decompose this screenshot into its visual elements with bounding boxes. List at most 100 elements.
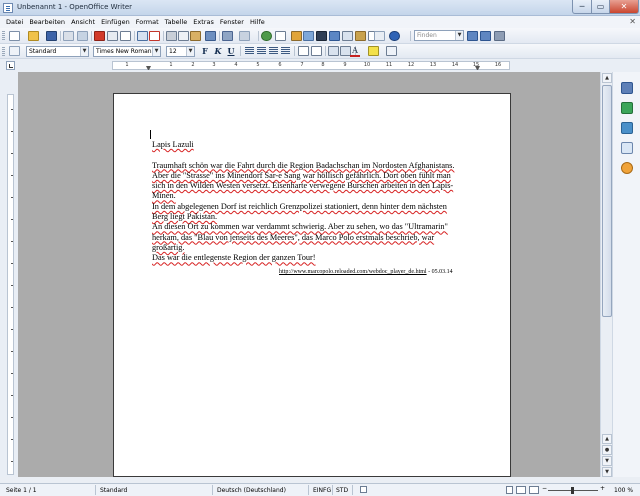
navigator-panel-icon[interactable] — [621, 142, 633, 154]
right-indent-marker-icon[interactable] — [475, 66, 480, 70]
menu-tabelle[interactable]: Tabelle — [165, 18, 188, 26]
font-size-dropdown-icon[interactable]: ▼ — [186, 47, 194, 56]
image-icon[interactable] — [291, 31, 302, 41]
menu-bearbeiten[interactable]: Bearbeiten — [29, 18, 65, 26]
zoom-out-icon[interactable]: − — [542, 485, 547, 492]
insert-mode[interactable]: EINFG — [313, 487, 331, 494]
previous-page-icon[interactable]: ▲ — [602, 434, 612, 444]
align-right-icon[interactable] — [269, 47, 278, 55]
book-view-icon[interactable] — [529, 486, 539, 494]
email-icon[interactable] — [63, 31, 74, 41]
menu-fenster[interactable]: Fenster — [220, 18, 244, 26]
undo-icon[interactable] — [222, 31, 233, 41]
multi-page-view-icon[interactable] — [516, 486, 526, 494]
decrease-indent-icon[interactable] — [328, 46, 339, 56]
styles-icon[interactable] — [621, 102, 633, 114]
align-justify-icon[interactable] — [281, 47, 290, 55]
find-next-icon[interactable] — [480, 31, 491, 41]
properties-icon[interactable] — [621, 82, 633, 94]
selection-mode[interactable]: STD — [336, 487, 348, 494]
find-dropdown-icon[interactable]: ▼ — [455, 31, 463, 40]
menu-einfuegen[interactable]: Einfügen — [101, 18, 130, 26]
find-previous-icon[interactable] — [467, 31, 478, 41]
chart-icon[interactable] — [303, 31, 314, 41]
document-text[interactable]: Lapis Lazuli Traumhaft schön war die Fah… — [152, 140, 480, 264]
italic-button[interactable]: K — [213, 46, 223, 56]
source-url[interactable]: http://www.marcopolo.reloaded.com/webdoc… — [279, 269, 427, 275]
redo-icon[interactable] — [239, 31, 250, 41]
export-pdf-icon[interactable] — [94, 31, 105, 41]
minimize-button[interactable]: ─ — [572, 0, 592, 14]
hyperlink-icon[interactable] — [261, 31, 272, 41]
spellcheck-icon[interactable] — [137, 31, 148, 41]
next-page-icon[interactable]: ▼ — [602, 456, 612, 466]
help-icon[interactable] — [389, 31, 400, 41]
bold-button[interactable]: F — [200, 46, 210, 56]
find-input[interactable]: Finden ▼ — [414, 30, 464, 41]
print-icon[interactable] — [107, 31, 118, 41]
menu-hilfe[interactable]: Hilfe — [250, 18, 265, 26]
zoom-level[interactable]: 100 % — [614, 487, 633, 494]
document-modified-icon[interactable] — [360, 486, 367, 493]
find-replace-icon[interactable] — [316, 31, 327, 41]
maximize-button[interactable]: ▭ — [591, 0, 610, 14]
vertical-scrollbar[interactable]: ▲ ▲ ● ▼ ▼ — [600, 72, 612, 477]
zoom-icon[interactable] — [374, 31, 385, 41]
menu-ansicht[interactable]: Ansicht — [71, 18, 95, 26]
menu-datei[interactable]: Datei — [6, 18, 23, 26]
zoom-slider-knob[interactable] — [571, 487, 574, 494]
font-name-select[interactable]: Times New Roman ▼ — [93, 46, 161, 57]
close-document-icon[interactable]: ✕ — [629, 17, 636, 26]
navigation-icon[interactable]: ● — [602, 445, 612, 455]
format-paintbrush-icon[interactable] — [205, 31, 216, 41]
language-indicator[interactable]: Deutsch (Deutschland) — [217, 487, 286, 494]
data-sources-icon[interactable] — [355, 31, 366, 41]
gallery-panel-icon[interactable] — [621, 122, 633, 134]
menu-format[interactable]: Format — [136, 18, 159, 26]
auto-spellcheck-icon[interactable] — [149, 31, 160, 41]
navigator-icon[interactable] — [329, 31, 340, 41]
horizontal-ruler[interactable]: 1 1 2 3 4 5 6 7 8 9 10 11 12 13 14 15 16 — [112, 61, 510, 70]
find-options-icon[interactable] — [494, 31, 505, 41]
document-area[interactable]: Lapis Lazuli Traumhaft schön war die Fah… — [18, 72, 600, 477]
highlighting-icon[interactable] — [368, 46, 379, 56]
paragraph-style-dropdown-icon[interactable]: ▼ — [80, 47, 88, 56]
scrollbar-thumb[interactable] — [602, 85, 612, 317]
edit-mode-icon[interactable] — [77, 31, 88, 41]
tab-stop-selector-icon[interactable] — [6, 61, 15, 70]
underline-button[interactable]: U — [226, 46, 236, 56]
writer-app-icon[interactable] — [3, 3, 13, 13]
save-icon[interactable] — [46, 31, 57, 41]
gallery-icon[interactable] — [342, 31, 353, 41]
table-icon[interactable] — [275, 31, 286, 41]
numbering-icon[interactable] — [298, 46, 309, 56]
left-indent-marker-icon[interactable] — [146, 66, 151, 70]
source-link[interactable]: http://www.marcopolo.reloaded.com/webdoc… — [279, 269, 453, 275]
page-indicator[interactable]: Seite 1 / 1 — [6, 487, 37, 494]
bullets-icon[interactable] — [311, 46, 322, 56]
zoom-in-icon[interactable]: + — [600, 485, 605, 492]
vertical-ruler[interactable] — [4, 72, 16, 477]
scroll-down-icon[interactable]: ▼ — [602, 467, 612, 477]
paragraph-style-select[interactable]: Standard ▼ — [26, 46, 89, 57]
toolbar-grip-icon[interactable] — [2, 31, 5, 40]
styles-formatting-icon[interactable] — [9, 46, 20, 56]
copy-icon[interactable] — [178, 31, 189, 41]
open-folder-icon[interactable] — [28, 31, 39, 41]
toolbar-grip-icon[interactable] — [2, 47, 5, 56]
cut-icon[interactable] — [166, 31, 177, 41]
paste-icon[interactable] — [190, 31, 201, 41]
align-center-icon[interactable] — [257, 47, 266, 55]
new-document-icon[interactable] — [9, 31, 20, 41]
page-preview-icon[interactable] — [120, 31, 131, 41]
functions-icon[interactable] — [621, 162, 633, 174]
close-button[interactable]: ✕ — [609, 0, 639, 14]
font-name-dropdown-icon[interactable]: ▼ — [152, 47, 160, 56]
page-style[interactable]: Standard — [100, 487, 127, 494]
align-left-icon[interactable] — [245, 47, 254, 55]
font-size-select[interactable]: 12 ▼ — [166, 46, 195, 57]
menu-extras[interactable]: Extras — [193, 18, 214, 26]
background-color-icon[interactable] — [386, 46, 397, 56]
single-page-view-icon[interactable] — [506, 486, 513, 494]
document-page[interactable]: Lapis Lazuli Traumhaft schön war die Fah… — [113, 93, 511, 477]
